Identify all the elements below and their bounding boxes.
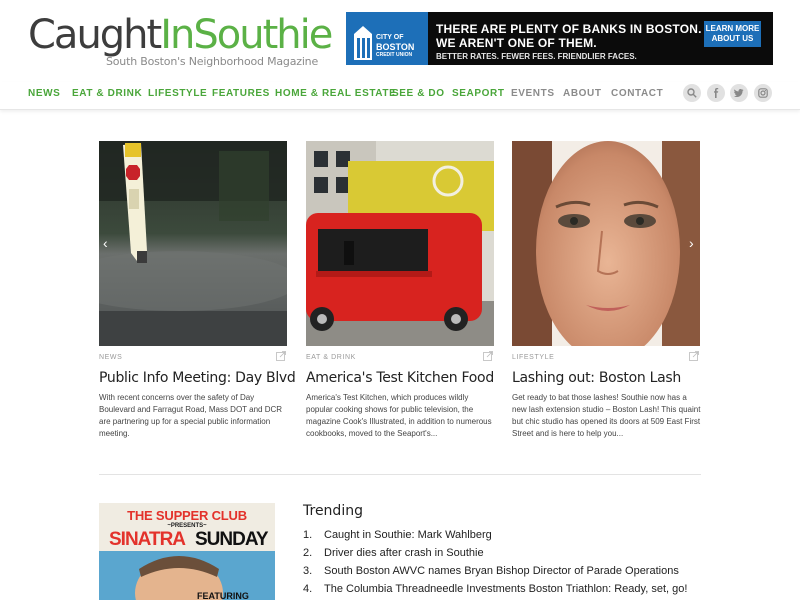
nav-news[interactable]: NEWS [28,88,60,99]
nav-home-real-estate[interactable]: HOME & REAL ESTATE [275,88,396,99]
credit-union-logo: CITY OF BOSTON CREDIT UNION [346,12,428,65]
card-image-food-truck[interactable] [306,141,494,346]
trending-number: 4. [303,583,313,595]
street-sign-photo [99,141,287,346]
food-truck-photo [306,141,494,346]
trending-link-text: Driver dies after crash in Southie [324,547,484,559]
nav-features[interactable]: FEATURES [212,88,270,99]
external-link-icon[interactable] [276,351,286,361]
supper-club-poster[interactable]: THE SUPPER CLUB ~PRESENTS~ SINATRA SUNDA… [99,503,275,600]
trending-item[interactable]: 1. Caught in Southie: Mark Wahlberg [303,529,492,541]
facebook-icon[interactable] [707,84,725,102]
trending-number: 1. [303,529,313,541]
trending-item[interactable]: 3. South Boston AWVC names Bryan Bishop D… [303,565,679,577]
card-excerpt: With recent concerns over the safety of … [99,393,283,438]
poster-featuring: FEATURING [197,591,249,600]
main-nav: NEWS EAT & DRINK LIFESTYLE FEATURES HOME… [0,82,800,110]
ad-headline-2: WE AREN'T ONE OF THEM. [436,36,597,50]
card-image-street-sign[interactable] [99,141,287,346]
site-header: CaughtInSouthie South Boston's Neighborh… [0,0,800,80]
card-category[interactable]: NEWS [99,354,122,361]
site-tagline: South Boston's Neighborhood Magazine [106,55,319,68]
logo-wordmark: CaughtInSouthie [28,12,333,58]
section-divider [99,474,701,475]
trending-link-text: Caught in Southie: Mark Wahlberg [324,529,492,541]
card-category[interactable]: EAT & DRINK [306,354,356,361]
nav-seaport[interactable]: SEAPORT [452,88,505,99]
nav-contact[interactable]: CONTACT [611,88,663,99]
external-link-icon[interactable] [483,351,493,361]
banner-ad[interactable]: CITY OF BOSTON CREDIT UNION THERE ARE PL… [346,12,773,65]
nav-lifestyle[interactable]: LIFESTYLE [148,88,207,99]
nav-see-do[interactable]: SEE & DO [392,88,445,99]
slider-prev-arrow[interactable]: ‹ [103,235,108,251]
instagram-icon[interactable] [754,84,772,102]
trending-heading: Trending [303,503,363,519]
learn-more-button[interactable]: LEARN MORE ABOUT US [704,21,761,47]
card-title[interactable]: Lashing out: Boston Lash [512,370,681,386]
trending-number: 3. [303,565,313,577]
trending-number: 2. [303,547,313,559]
card-title[interactable]: Public Info Meeting: Day Blvd [99,370,296,386]
poster-word-sinatra: SINATRA [109,529,186,550]
card-excerpt: America's Test Kitchen, which produces w… [306,393,492,438]
card-category[interactable]: LIFESTYLE [512,354,554,361]
site-logo[interactable]: CaughtInSouthie South Boston's Neighborh… [28,12,333,68]
card-excerpt: Get ready to bat those lashes! Southie n… [512,393,701,438]
nav-events[interactable]: EVENTS [511,88,555,99]
nav-eat-drink[interactable]: EAT & DRINK [72,88,142,99]
card-title[interactable]: America's Test Kitchen Food [306,370,494,386]
trending-item[interactable]: 2. Driver dies after crash in Southie [303,547,484,559]
trending-link-text: The Columbia Threadneedle Investments Bo… [324,583,688,595]
card-image-portrait[interactable] [512,141,700,346]
trending-item[interactable]: 4. The Columbia Threadneedle Investments … [303,583,687,595]
ad-subline: BETTER RATES. FEWER FEES. FRIENDLIER FAC… [436,52,637,61]
nav-about[interactable]: ABOUT [563,88,602,99]
slider-next-arrow[interactable]: › [689,235,694,251]
poster-title: THE SUPPER CLUB [127,508,247,523]
search-icon[interactable] [683,84,701,102]
credit-union-name: CITY OF BOSTON CREDIT UNION [376,34,415,58]
ad-headline-1: THERE ARE PLENTY OF BANKS IN BOSTON. [436,22,702,36]
trending-link-text: South Boston AWVC names Bryan Bishop Dir… [324,565,679,577]
portrait-photo [512,141,700,346]
poster-word-sunday: SUNDAY [195,529,268,550]
building-icon [354,26,372,60]
twitter-icon[interactable] [730,84,748,102]
external-link-icon[interactable] [689,351,699,361]
